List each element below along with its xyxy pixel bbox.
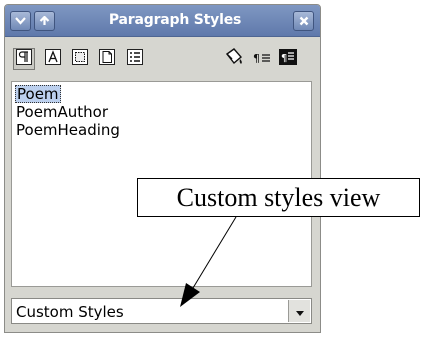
toolbar: ¶ ¶ xyxy=(5,38,320,76)
close-icon xyxy=(299,16,309,26)
fill-format-icon xyxy=(224,48,244,70)
frame-styles-icon xyxy=(72,49,88,69)
list-item-poemauthor[interactable]: PoemAuthor xyxy=(15,103,109,121)
chevron-down-icon xyxy=(295,302,305,321)
page-styles-button[interactable] xyxy=(96,48,118,70)
style-filter-dropdown[interactable]: Custom Styles xyxy=(11,298,312,324)
callout-label: Custom styles view xyxy=(137,178,420,217)
update-style-icon: ¶ xyxy=(279,49,297,69)
svg-text:¶: ¶ xyxy=(253,52,260,65)
svg-text:¶: ¶ xyxy=(281,53,287,64)
fill-format-mode-button[interactable] xyxy=(223,48,245,70)
update-style-button[interactable]: ¶ xyxy=(277,48,299,70)
character-styles-button[interactable] xyxy=(42,48,64,70)
new-style-icon: ¶ xyxy=(253,50,271,69)
close-button[interactable] xyxy=(293,11,314,31)
list-item-poem[interactable]: Poem xyxy=(15,85,61,103)
titlebar: Paragraph Styles xyxy=(5,5,320,37)
window-title: Paragraph Styles xyxy=(108,12,242,28)
chevron-down-icon xyxy=(15,17,26,25)
page-styles-icon xyxy=(99,49,115,69)
paragraph-styles-icon xyxy=(16,49,32,69)
style-filter-value: Custom Styles xyxy=(16,303,124,321)
list-item-poemheading[interactable]: PoemHeading xyxy=(15,121,121,139)
list-styles-icon xyxy=(127,49,143,69)
paragraph-styles-button[interactable] xyxy=(13,48,35,70)
list-styles-button[interactable] xyxy=(124,48,146,70)
frame-styles-button[interactable] xyxy=(69,48,91,70)
roll-up-button[interactable] xyxy=(34,11,55,31)
character-styles-icon xyxy=(45,49,61,69)
dropdown-toggle-button[interactable] xyxy=(288,300,310,322)
paragraph-styles-panel: Paragraph Styles ¶ ¶ Poem PoemAuthor Poe… xyxy=(4,4,321,333)
menu-button[interactable] xyxy=(10,11,31,31)
new-style-from-selection-button[interactable]: ¶ xyxy=(251,48,273,70)
chevron-up-icon xyxy=(39,16,50,26)
